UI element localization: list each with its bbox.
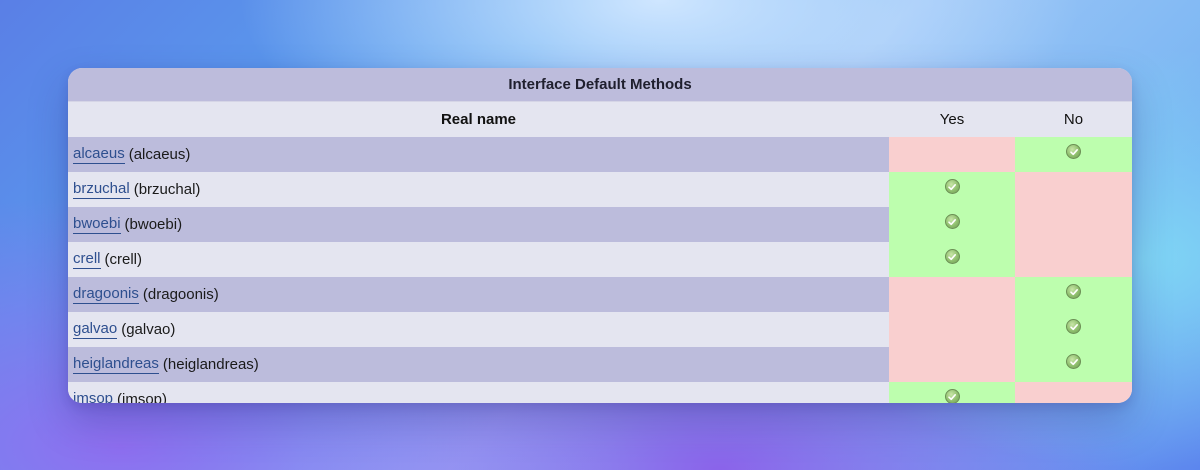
yes-vote-cell	[889, 277, 1015, 312]
yes-vote-cell	[889, 172, 1015, 207]
header-no: No	[1063, 111, 1084, 128]
name-cell: crell (crell)	[68, 242, 889, 277]
no-vote-cell	[1015, 382, 1132, 403]
name-cell: alcaeus (alcaeus)	[68, 137, 889, 172]
table-row: dragoonis (dragoonis)	[68, 277, 1132, 312]
voter-alias: (dragoonis)	[142, 286, 219, 303]
voter-alias: (bwoebi)	[124, 216, 183, 233]
check-circle-icon	[944, 249, 960, 264]
no-vote-cell	[1015, 242, 1132, 277]
voter-alias: (alcaeus)	[128, 146, 191, 163]
voter-link[interactable]: heiglandreas	[73, 355, 159, 374]
check-circle-icon	[944, 214, 960, 229]
no-vote-cell	[1015, 347, 1132, 382]
name-cell: bwoebi (bwoebi)	[68, 207, 889, 242]
check-circle-icon	[1066, 144, 1081, 159]
name-cell: brzuchal (brzuchal)	[68, 172, 889, 207]
table-row: alcaeus (alcaeus)	[68, 137, 1132, 172]
table-row: galvao (galvao)	[68, 312, 1132, 347]
table-header-row: Real name Yes No	[68, 102, 1132, 137]
yes-vote-cell	[889, 137, 1015, 172]
voter-alias: (heiglandreas)	[162, 356, 259, 373]
voter-alias: (brzuchal)	[133, 181, 201, 198]
check-circle-icon	[1066, 319, 1081, 334]
check-circle-icon	[944, 389, 960, 403]
table-row: heiglandreas (heiglandreas)	[68, 347, 1132, 382]
voter-alias: (galvao)	[121, 321, 176, 338]
voter-link[interactable]: dragoonis	[73, 285, 139, 304]
check-circle-icon	[1066, 284, 1081, 299]
voter-link[interactable]: bwoebi	[73, 215, 121, 234]
name-cell: galvao (galvao)	[68, 312, 889, 347]
yes-vote-cell	[889, 242, 1015, 277]
voter-link[interactable]: imsop	[73, 390, 113, 403]
yes-vote-cell	[889, 207, 1015, 242]
no-vote-cell	[1015, 172, 1132, 207]
header-real-name: Real name	[440, 111, 517, 128]
no-vote-cell	[1015, 312, 1132, 347]
table-row: bwoebi (bwoebi)	[68, 207, 1132, 242]
voter-link[interactable]: crell	[73, 250, 101, 269]
voter-alias: (crell)	[104, 251, 143, 268]
voter-link[interactable]: alcaeus	[73, 145, 125, 164]
header-yes: Yes	[939, 111, 965, 128]
yes-vote-cell	[889, 347, 1015, 382]
table-title: Interface Default Methods	[68, 68, 1132, 102]
name-cell: imsop (imsop)	[68, 382, 889, 403]
table-row: brzuchal (brzuchal)	[68, 172, 1132, 207]
yes-vote-cell	[889, 382, 1015, 403]
table-row: crell (crell)	[68, 242, 1132, 277]
check-circle-icon	[944, 179, 960, 194]
voter-alias: (imsop)	[117, 391, 168, 403]
no-vote-cell	[1015, 207, 1132, 242]
table-body: alcaeus (alcaeus) brzuchal (brzuchal) bwoebi…	[68, 137, 1132, 403]
name-cell: dragoonis (dragoonis)	[68, 277, 889, 312]
name-cell: heiglandreas (heiglandreas)	[68, 347, 889, 382]
voter-link[interactable]: brzuchal	[73, 180, 130, 199]
voter-link[interactable]: galvao	[73, 320, 118, 339]
table-row: imsop (imsop)	[68, 382, 1132, 403]
no-vote-cell	[1015, 137, 1132, 172]
no-vote-cell	[1015, 277, 1132, 312]
vote-table-window: Interface Default Methods Real name Yes …	[68, 68, 1132, 403]
yes-vote-cell	[889, 312, 1015, 347]
check-circle-icon	[1066, 354, 1081, 369]
